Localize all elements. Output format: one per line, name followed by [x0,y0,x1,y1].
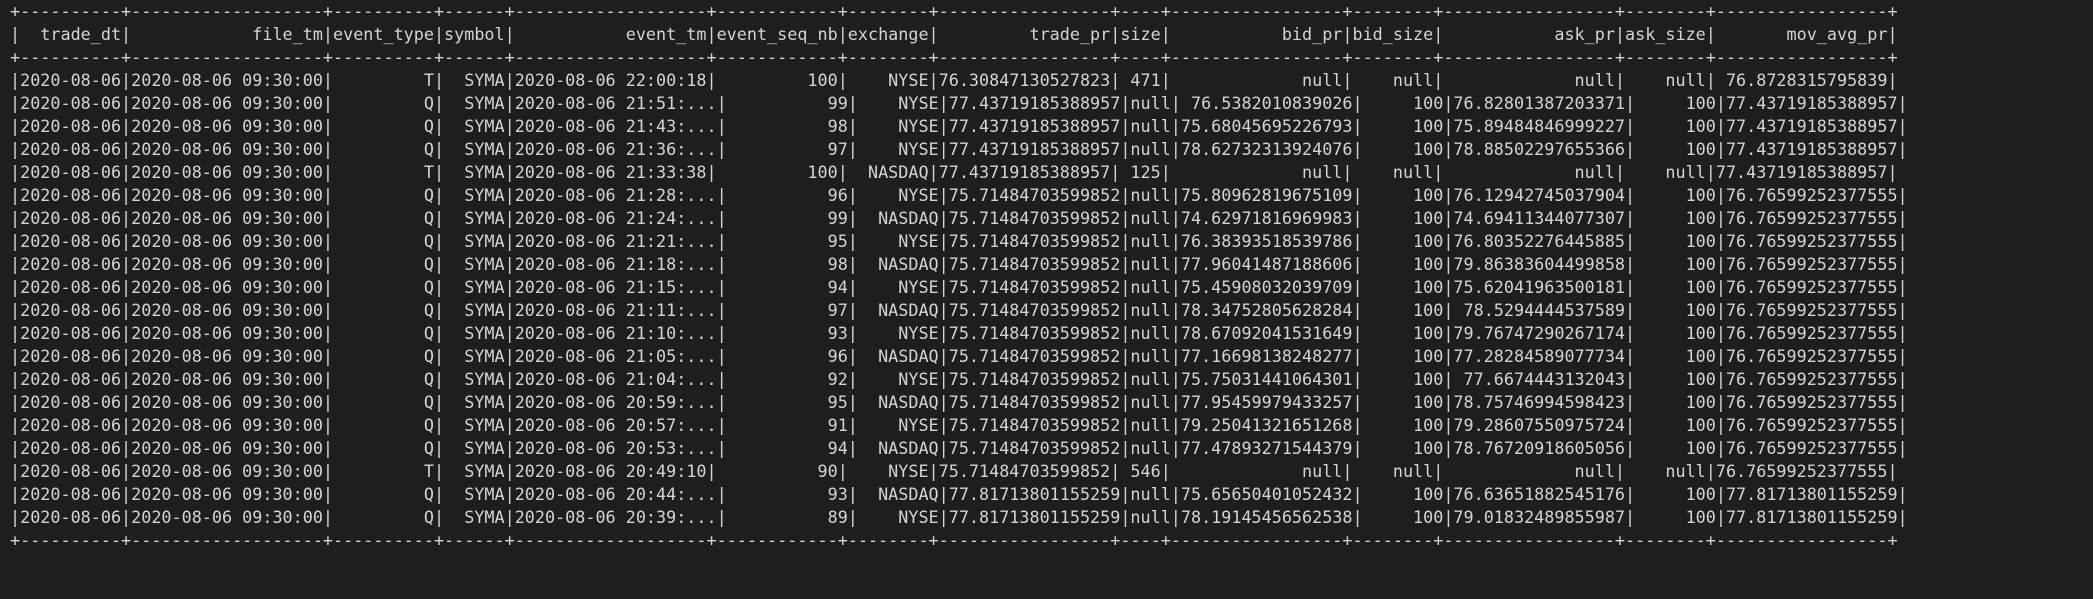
table-row: |2020-08-06|2020-08-06 09:30:00| Q| SYMA… [10,93,1908,113]
table-row: |2020-08-06|2020-08-06 09:30:00| Q| SYMA… [10,231,1908,251]
table-row: |2020-08-06|2020-08-06 09:30:00| T| SYMA… [10,461,1898,481]
table-row: |2020-08-06|2020-08-06 09:30:00| Q| SYMA… [10,369,1908,389]
table-border-top: +----------+-------------------+--------… [10,1,1898,21]
table-row: |2020-08-06|2020-08-06 09:30:00| T| SYMA… [10,162,1898,182]
table-border-mid: +----------+-------------------+--------… [10,47,1898,67]
table-border-bottom: +----------+-------------------+--------… [10,530,1898,550]
table-row: |2020-08-06|2020-08-06 09:30:00| T| SYMA… [10,70,1898,90]
table-row: |2020-08-06|2020-08-06 09:30:00| Q| SYMA… [10,484,1908,504]
table-row: |2020-08-06|2020-08-06 09:30:00| Q| SYMA… [10,438,1908,458]
table-row: |2020-08-06|2020-08-06 09:30:00| Q| SYMA… [10,139,1908,159]
table-row: |2020-08-06|2020-08-06 09:30:00| Q| SYMA… [10,507,1908,527]
table-row: |2020-08-06|2020-08-06 09:30:00| Q| SYMA… [10,346,1908,366]
table-row: |2020-08-06|2020-08-06 09:30:00| Q| SYMA… [10,392,1908,412]
terminal-output: +----------+-------------------+--------… [0,0,2093,599]
table-row: |2020-08-06|2020-08-06 09:30:00| Q| SYMA… [10,116,1908,136]
table-row: |2020-08-06|2020-08-06 09:30:00| Q| SYMA… [10,254,1908,274]
table-header-row: | trade_dt| file_tm|event_type|symbol| e… [10,24,1898,44]
table-row: |2020-08-06|2020-08-06 09:30:00| Q| SYMA… [10,415,1908,435]
table-row: |2020-08-06|2020-08-06 09:30:00| Q| SYMA… [10,277,1908,297]
table-row: |2020-08-06|2020-08-06 09:30:00| Q| SYMA… [10,300,1908,320]
table-row: |2020-08-06|2020-08-06 09:30:00| Q| SYMA… [10,208,1908,228]
table-row: |2020-08-06|2020-08-06 09:30:00| Q| SYMA… [10,323,1908,343]
table-row: |2020-08-06|2020-08-06 09:30:00| Q| SYMA… [10,185,1908,205]
